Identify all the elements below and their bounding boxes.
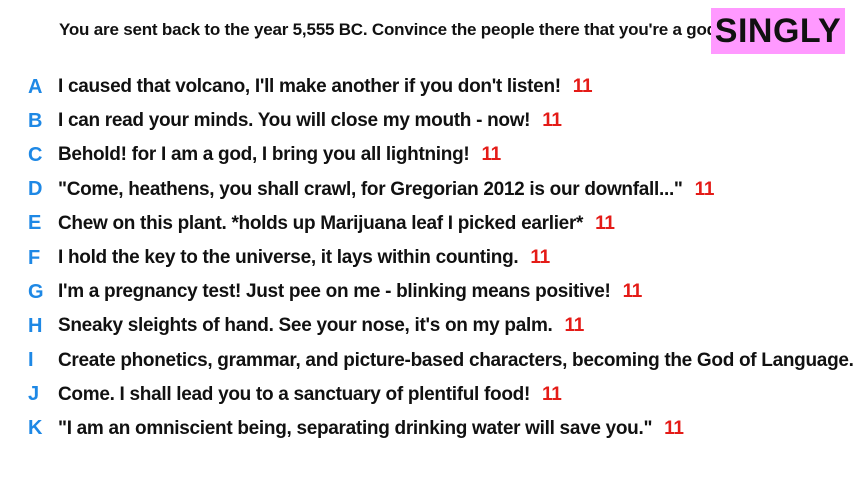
answer-item-f[interactable]: F I hold the key to the universe, it lay… [0,241,853,275]
answer-item-k[interactable]: K "I am an omniscient being, separating … [0,412,853,446]
answer-letter: C [28,143,43,166]
answer-text: "I am an omniscient being, separating dr… [58,417,684,439]
answer-item-c[interactable]: C Behold! for I am a god, I bring you al… [0,138,853,172]
answer-letter: F [28,246,41,269]
answer-letter: E [28,212,42,235]
answer-item-b[interactable]: B I can read your minds. You will close … [0,104,853,138]
answer-score: 11 [481,144,501,166]
question-prompt: You are sent back to the year 5,555 BC. … [59,20,722,39]
answer-score: 11 [622,281,643,303]
answer-item-a[interactable]: A I caused that volcano, I'll make anoth… [0,70,853,104]
answer-item-i[interactable]: I Create phonetics, grammar, and picture… [0,344,853,378]
answer-score: 11 [564,315,585,337]
answer-letter: H [28,314,43,337]
answer-letter: G [28,280,44,303]
answer-score: 11 [530,247,550,269]
mode-badge: SINGLY [711,8,845,54]
answer-text: Come. I shall lead you to a sanctuary of… [58,383,562,405]
answer-letter: K [28,417,43,440]
answer-score: 11 [694,178,715,200]
answer-text: I can read your minds. You will close my… [58,110,562,132]
answer-text: I hold the key to the universe, it lays … [58,247,550,269]
answer-letter: I [28,349,34,372]
answer-letter: A [28,75,43,98]
answer-text: "Come, heathens, you shall crawl, for Gr… [58,178,715,200]
answer-text: Behold! for I am a god, I bring you all … [58,144,501,166]
answer-text: Chew on this plant. *holds up Marijuana … [58,212,615,234]
answer-letter: D [28,178,43,201]
answer-text: I caused that volcano, I'll make another… [58,76,593,98]
answer-list: A I caused that volcano, I'll make anoth… [0,70,853,446]
answer-item-d[interactable]: D "Come, heathens, you shall crawl, for … [0,173,853,207]
answer-score: 11 [572,76,593,98]
answer-score: 11 [595,212,615,234]
answer-text: Create phonetics, grammar, and picture-b… [58,349,853,371]
answer-score: 11 [541,383,562,405]
answer-item-e[interactable]: E Chew on this plant. *holds up Marijuan… [0,207,853,241]
answer-item-h[interactable]: H Sneaky sleights of hand. See your nose… [0,309,853,343]
answer-score: 11 [542,110,562,132]
answer-item-j[interactable]: J Come. I shall lead you to a sanctuary … [0,378,853,412]
answer-item-g[interactable]: G I'm a pregnancy test! Just pee on me -… [0,275,853,309]
answer-letter: B [28,109,43,132]
answer-score: 11 [664,417,684,439]
answer-letter: J [28,383,40,406]
answer-text: Sneaky sleights of hand. See your nose, … [58,315,585,337]
answer-text: I'm a pregnancy test! Just pee on me - b… [58,281,643,303]
